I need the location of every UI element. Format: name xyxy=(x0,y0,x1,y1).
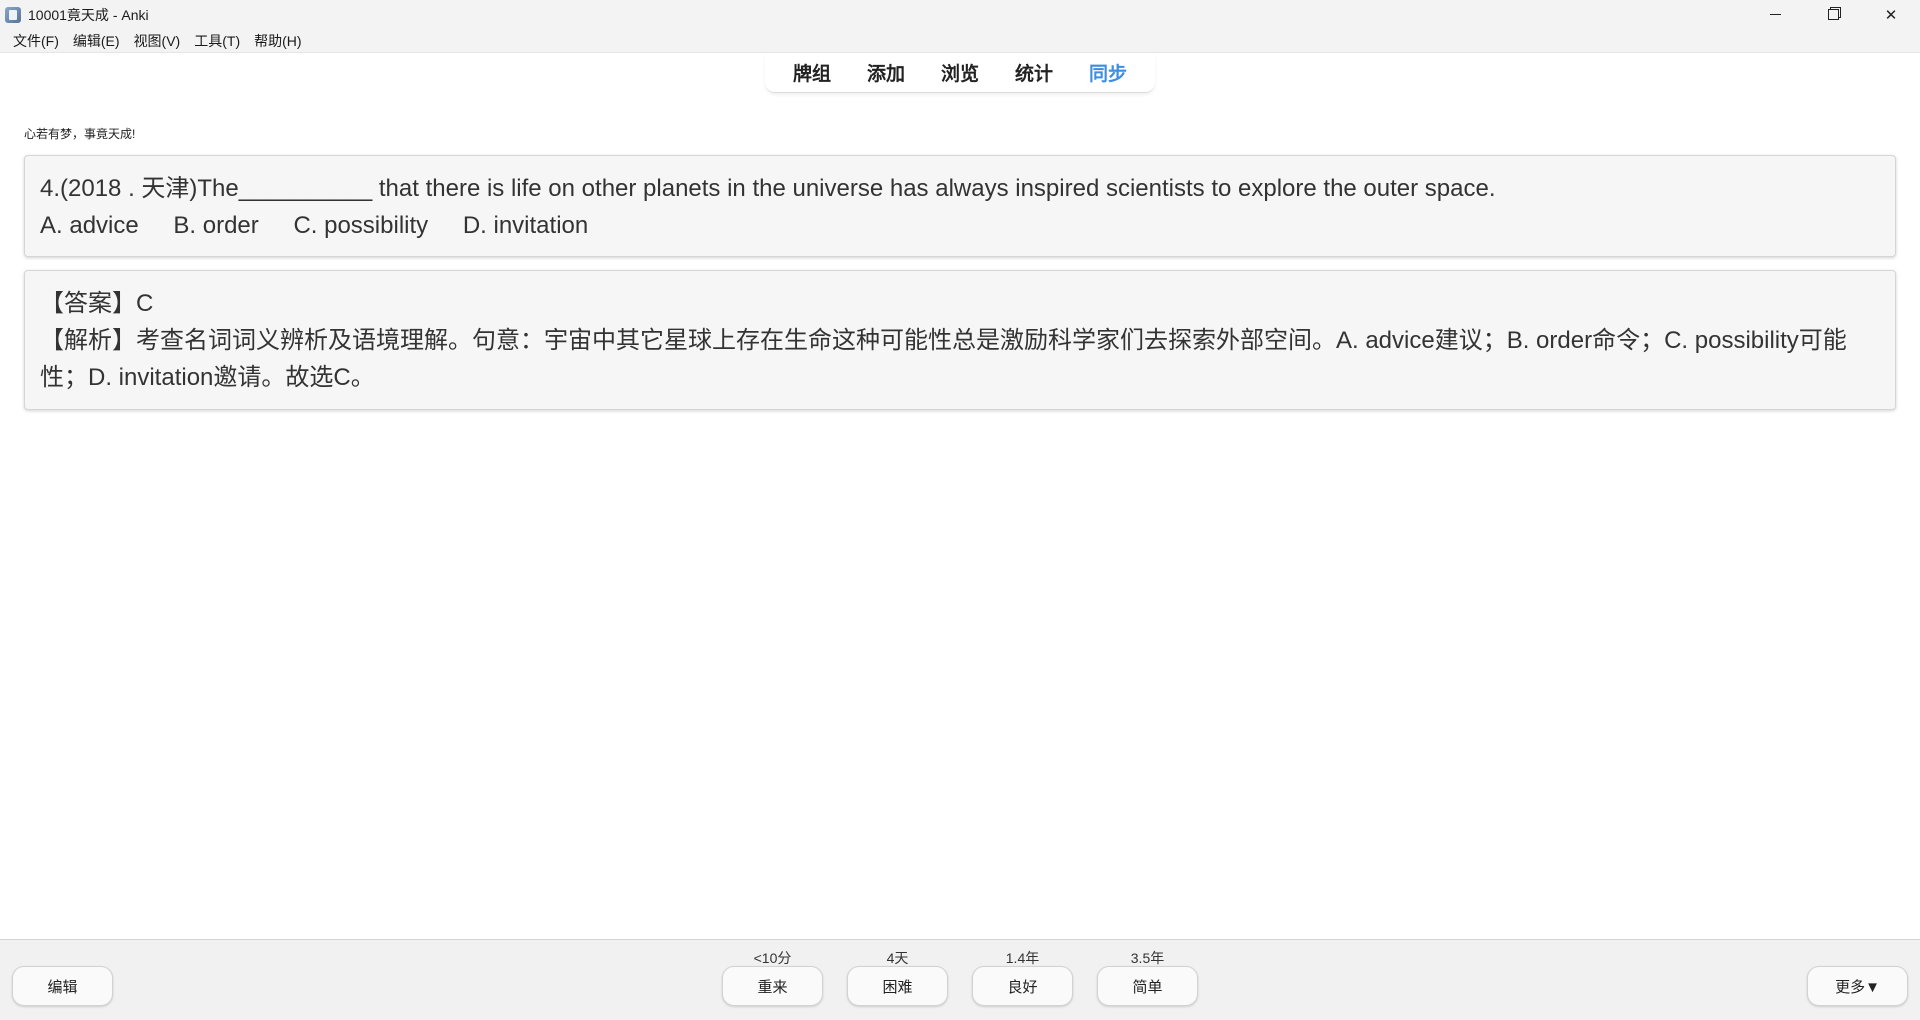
tab-add[interactable]: 添加 xyxy=(849,59,923,86)
top-toolbar-tabs: 牌组 添加 浏览 统计 同步 xyxy=(764,53,1156,93)
window-title: 10001竟天成 - Anki xyxy=(28,6,149,23)
close-button[interactable]: ✕ xyxy=(1862,0,1920,29)
interval-easy: 3.5年 xyxy=(1130,950,1165,966)
interval-good: 1.4年 xyxy=(1005,950,1040,966)
tab-stats[interactable]: 统计 xyxy=(997,59,1071,86)
minimize-button[interactable] xyxy=(1746,0,1804,29)
menu-bar: 文件(F) 编辑(E) 视图(V) 工具(T) 帮助(H) xyxy=(0,29,1920,53)
deck-motto: 心若有梦，事竟天成! xyxy=(24,127,136,141)
question-stem: 4.(2018 . 天津)The__________ that there is… xyxy=(40,175,1496,202)
tab-decks[interactable]: 牌组 xyxy=(775,59,849,86)
question-options: A. advice B. order C. possibility D. inv… xyxy=(40,207,1880,244)
title-bar: 10001竟天成 - Anki ✕ xyxy=(0,0,1920,29)
top-toolbar: 牌组 添加 浏览 统计 同步 xyxy=(0,53,1920,95)
menu-file[interactable]: 文件(F) xyxy=(6,31,66,51)
option-d: D. invitation xyxy=(462,212,589,239)
answer-explanation: 【解析】考查名词词义辨析及语境理解。句意：宇宙中其它星球上存在生命这种可能性总是… xyxy=(40,327,1847,391)
option-b: B. order xyxy=(173,212,259,239)
option-c: C. possibility xyxy=(293,212,429,239)
good-button[interactable]: 良好 xyxy=(972,966,1073,1006)
menu-view[interactable]: 视图(V) xyxy=(127,31,188,51)
menu-help[interactable]: 帮助(H) xyxy=(247,31,308,51)
again-button[interactable]: 重来 xyxy=(722,966,823,1006)
tab-browse[interactable]: 浏览 xyxy=(923,59,997,86)
restore-button[interactable] xyxy=(1804,0,1862,29)
more-button[interactable]: 更多▼ xyxy=(1807,966,1908,1006)
menu-tools[interactable]: 工具(T) xyxy=(187,31,247,51)
answer-card: 【答案】C 【解析】考查名词词义辨析及语境理解。句意：宇宙中其它星球上存在生命这… xyxy=(24,270,1896,410)
easy-button[interactable]: 简单 xyxy=(1097,966,1198,1006)
window-controls: ✕ xyxy=(1746,0,1920,29)
hard-button[interactable]: 困难 xyxy=(847,966,948,1006)
option-a: A. advice xyxy=(40,212,139,239)
edit-button[interactable]: 编辑 xyxy=(12,966,113,1006)
menu-edit[interactable]: 编辑(E) xyxy=(66,31,127,51)
anki-app-icon xyxy=(5,6,21,23)
answer-line: 【答案】C xyxy=(40,290,154,317)
interval-again: <10分 xyxy=(753,950,792,966)
question-card: 4.(2018 . 天津)The__________ that there is… xyxy=(24,155,1896,257)
tab-sync[interactable]: 同步 xyxy=(1071,59,1145,86)
review-bottom-bar: 编辑 <10分 重来 4天 困难 1.4年 良好 3.5年 简单 更多▼ xyxy=(0,939,1920,1020)
interval-hard: 4天 xyxy=(886,950,909,966)
